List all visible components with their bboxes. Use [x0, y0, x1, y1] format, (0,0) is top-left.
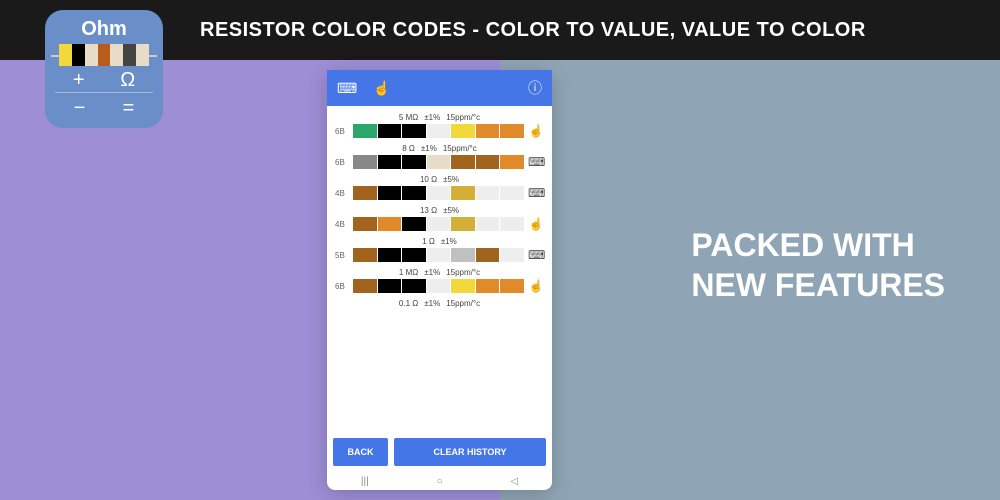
page-title: RESISTOR COLOR CODES - COLOR TO VALUE, V…: [200, 19, 866, 42]
app-toolbar: ⌨ ☝ ⓘ: [327, 70, 552, 106]
tagline-line2: NEW FEATURES: [691, 265, 945, 305]
band-count-label: 4B: [335, 220, 349, 229]
entry-value-label: 8 Ω±1%15ppm/°c: [335, 144, 544, 153]
calculator-icon[interactable]: ⌨: [337, 80, 357, 97]
footer-buttons: BACK CLEAR HISTORY: [327, 432, 552, 472]
history-entry[interactable]: 0.1 Ω±1%15ppm/°c: [327, 296, 552, 327]
entry-value-label: 0.1 Ω±1%15ppm/°c: [335, 299, 544, 308]
color-bands: [353, 279, 524, 293]
color-bands: [353, 124, 524, 138]
icon-symbols-row2: − =: [55, 92, 153, 120]
color-bands: [353, 248, 524, 262]
plus-icon: +: [73, 69, 85, 92]
entry-value-label: 10 Ω±5%: [335, 175, 544, 184]
omega-icon: Ω: [120, 69, 135, 92]
entry-type-icon: ☝: [528, 217, 544, 231]
phone-screenshot: ⌨ ☝ ⓘ 5 MΩ±1%15ppm/°c 6B ☝ 8 Ω±1%15ppm/°c 6B…: [327, 70, 552, 490]
band-count-label: 6B: [335, 158, 349, 167]
entry-type-icon: ⌨: [528, 155, 544, 169]
entry-type-icon: ⌨: [528, 248, 544, 262]
resistor-graphic: [59, 44, 149, 66]
nav-back-icon[interactable]: ◁: [510, 476, 518, 487]
minus-icon: −: [74, 97, 86, 120]
touch-icon[interactable]: ☝: [373, 80, 390, 97]
back-button[interactable]: BACK: [333, 438, 388, 466]
history-entry[interactable]: 1 MΩ±1%15ppm/°c 6B ☝: [327, 265, 552, 296]
history-list[interactable]: 5 MΩ±1%15ppm/°c6B☝8 Ω±1%15ppm/°c6B⌨10 Ω±…: [327, 106, 552, 432]
android-nav-bar: ||| ○ ◁: [327, 472, 552, 490]
history-entry[interactable]: 5 MΩ±1%15ppm/°c 6B ☝: [327, 110, 552, 141]
color-bands: [353, 155, 524, 169]
info-icon[interactable]: ⓘ: [528, 78, 542, 98]
band-count-label: 5B: [335, 251, 349, 260]
entry-value-label: 1 MΩ±1%15ppm/°c: [335, 268, 544, 277]
entry-type-icon: ☝: [528, 124, 544, 138]
color-bands: [353, 217, 524, 231]
history-entry[interactable]: 8 Ω±1%15ppm/°c 6B ⌨: [327, 141, 552, 172]
band-count-label: 6B: [335, 127, 349, 136]
entry-value-label: 13 Ω±5%: [335, 206, 544, 215]
tagline: PACKED WITH NEW FEATURES: [691, 225, 945, 305]
history-entry[interactable]: 13 Ω±5% 4B ☝: [327, 203, 552, 234]
history-entry[interactable]: 1 Ω±1% 5B ⌨: [327, 234, 552, 265]
entry-value-label: 5 MΩ±1%15ppm/°c: [335, 113, 544, 122]
nav-home-icon[interactable]: ○: [437, 476, 443, 487]
color-bands: [353, 310, 524, 324]
icon-symbols-row1: + Ω: [55, 69, 153, 92]
entry-type-icon: ⌨: [528, 186, 544, 200]
entry-value-label: 1 Ω±1%: [335, 237, 544, 246]
equals-icon: =: [123, 97, 135, 120]
app-icon: Ohm + Ω − =: [45, 10, 163, 128]
clear-history-button[interactable]: CLEAR HISTORY: [394, 438, 546, 466]
band-count-label: 6B: [335, 282, 349, 291]
tagline-line1: PACKED WITH: [691, 225, 945, 265]
history-entry[interactable]: 10 Ω±5% 4B ⌨: [327, 172, 552, 203]
entry-type-icon: ☝: [528, 279, 544, 293]
icon-label: Ohm: [81, 18, 127, 41]
color-bands: [353, 186, 524, 200]
band-count-label: 4B: [335, 189, 349, 198]
nav-recent-icon[interactable]: |||: [361, 476, 369, 487]
